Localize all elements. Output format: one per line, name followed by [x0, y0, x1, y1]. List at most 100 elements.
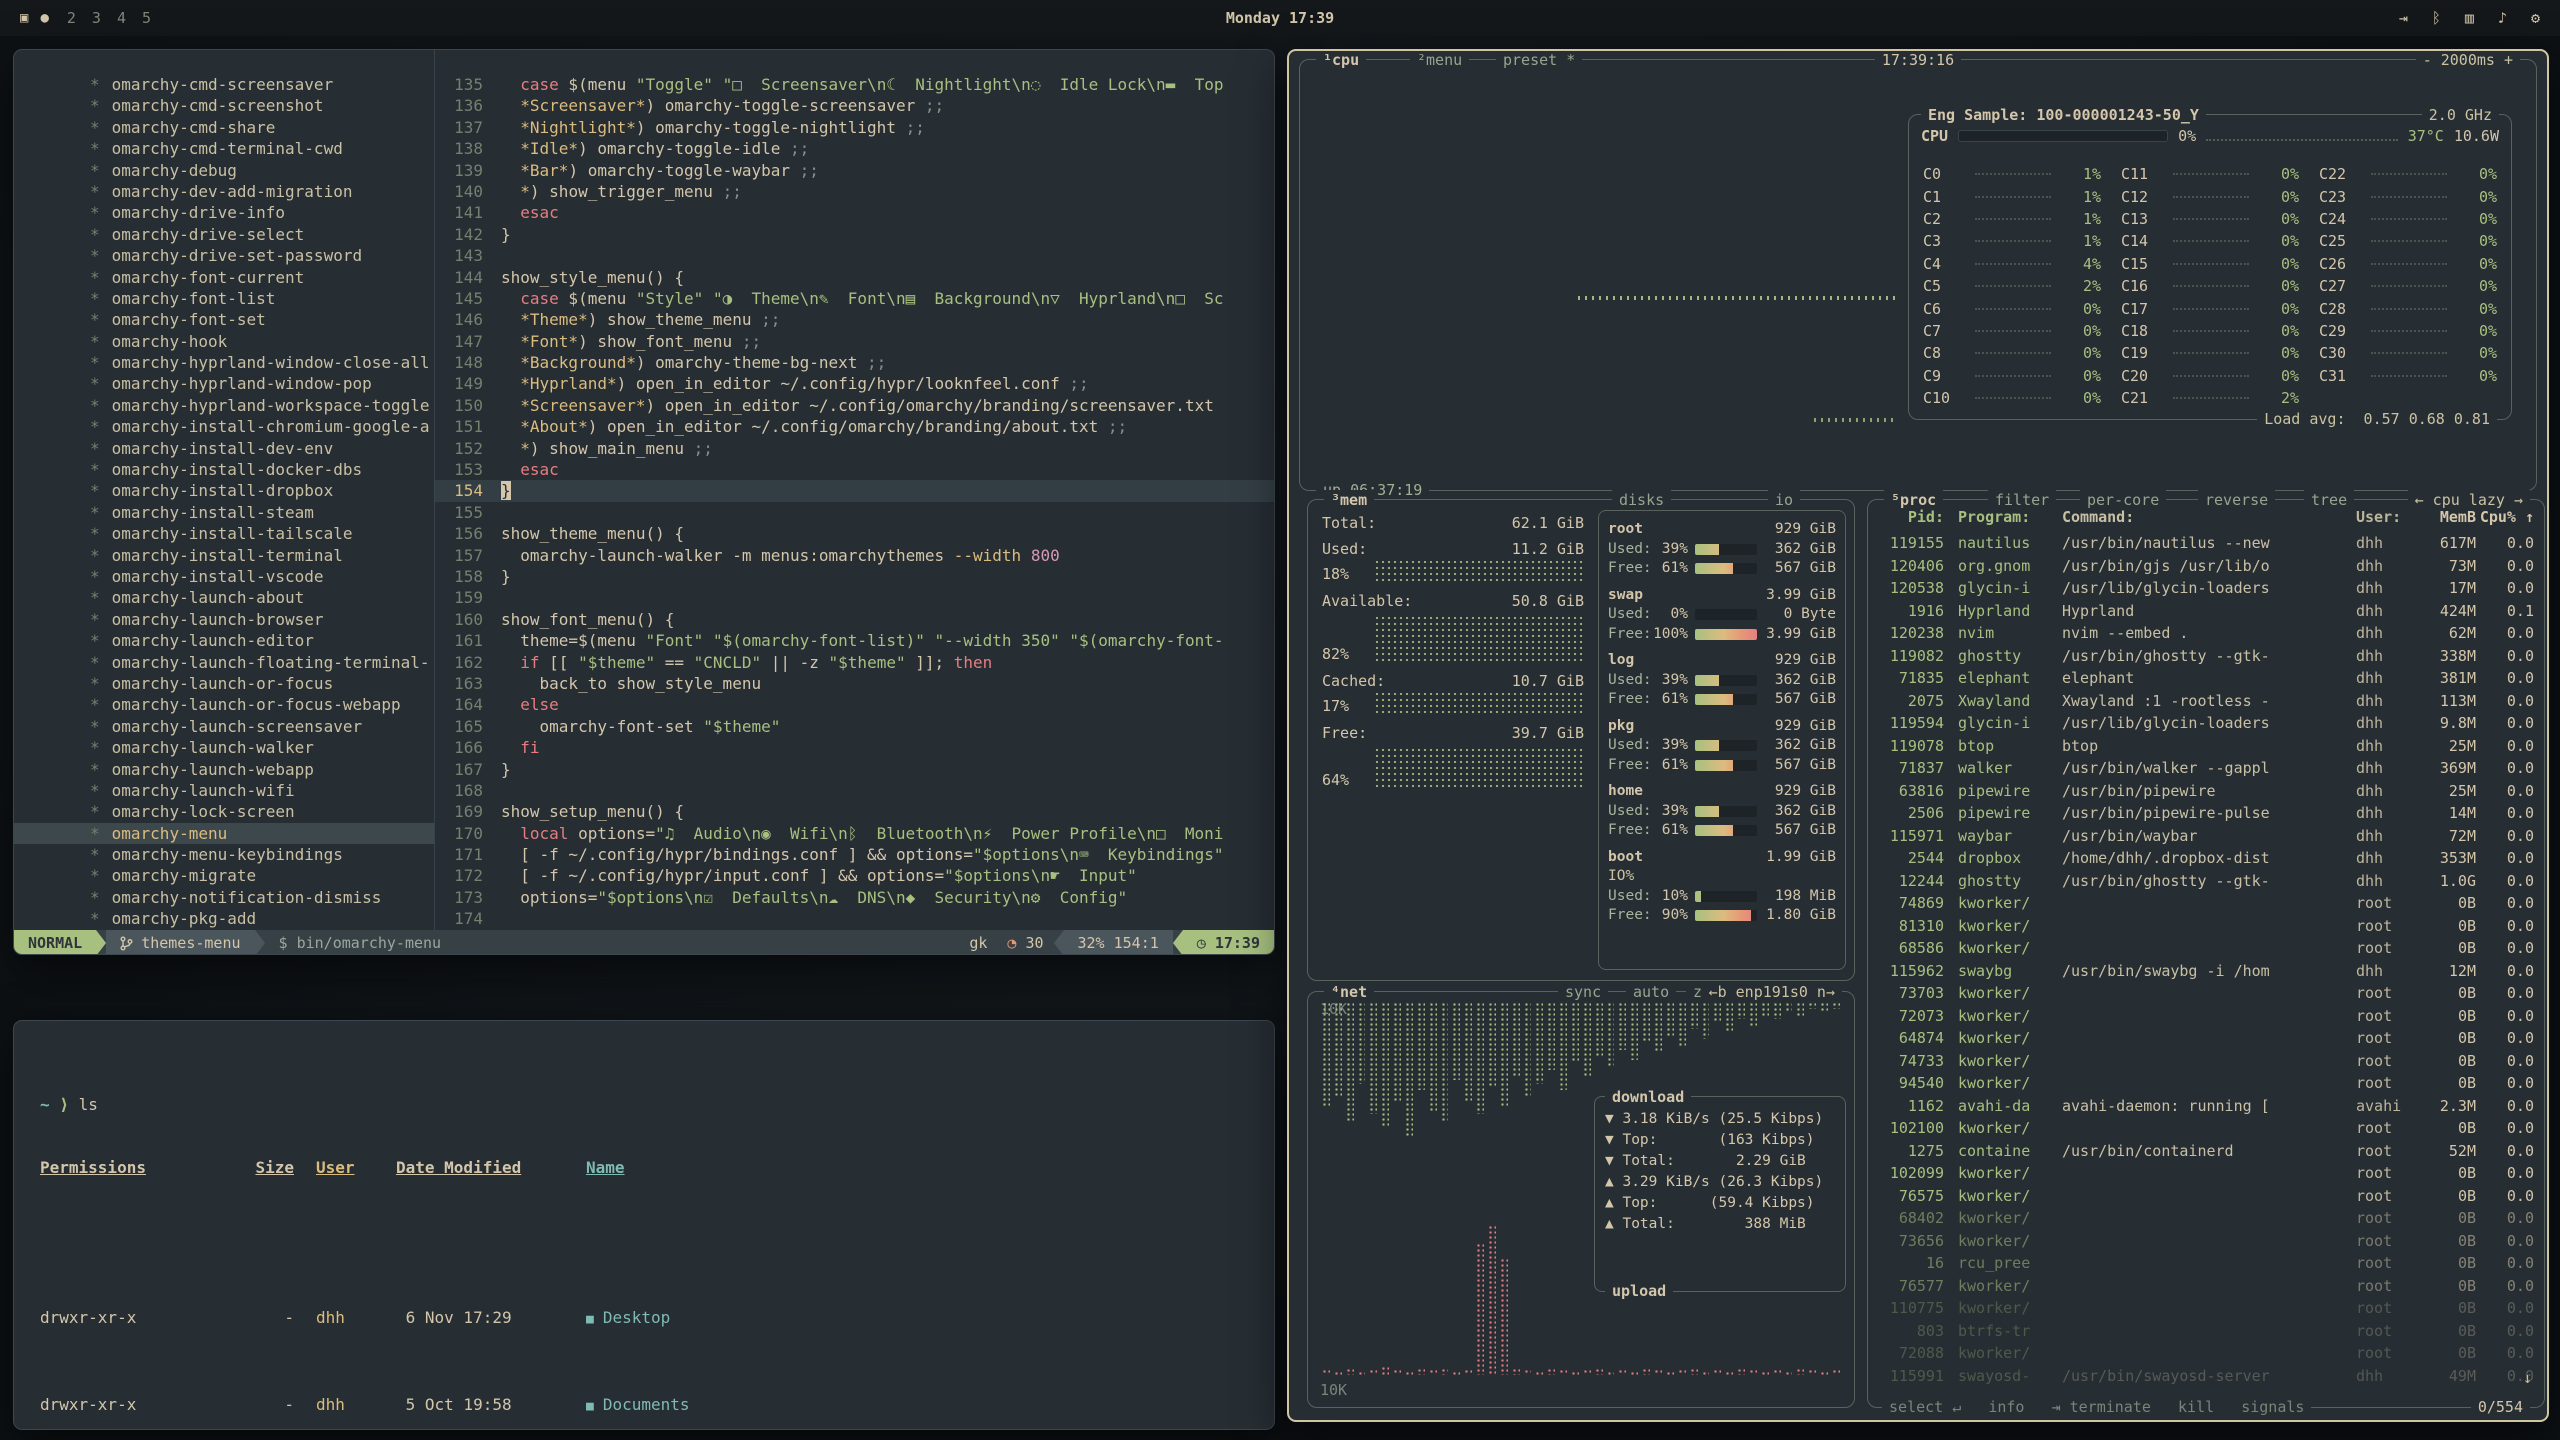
process-row[interactable]: 81310 kworker/ root 0B 0.0	[1878, 915, 2534, 938]
process-row[interactable]: 119155 nautilus /usr/bin/nautilus --new …	[1878, 532, 2534, 555]
code-line[interactable]: 174	[435, 908, 1274, 929]
file-tree-item[interactable]: * omarchy-hyprland-window-close-all	[14, 352, 434, 373]
code-line[interactable]: 159	[435, 587, 1274, 608]
cpu-box-title[interactable]: ¹cpu	[1316, 50, 1366, 70]
file-tree-item[interactable]: * omarchy-menu	[14, 823, 434, 844]
file-tree-item[interactable]: * omarchy-cmd-screensaver	[14, 74, 434, 95]
file-tree-item[interactable]: * omarchy-drive-set-password	[14, 245, 434, 266]
file-tree-item[interactable]: * omarchy-install-vscode	[14, 566, 434, 587]
reverse-toggle[interactable]: reverse	[2198, 490, 2275, 510]
file-tree-item[interactable]: * omarchy-launch-editor	[14, 630, 434, 651]
code-line[interactable]: 152 *) show_main_menu ;;	[435, 438, 1274, 459]
workspace-number[interactable]: 4	[117, 9, 126, 27]
workspace-number[interactable]: 3	[92, 9, 101, 27]
file-tree-item[interactable]: * omarchy-launch-browser	[14, 609, 434, 630]
file-tree-item[interactable]: * omarchy-launch-screensaver	[14, 716, 434, 737]
file-tree-item[interactable]: * omarchy-launch-or-focus	[14, 673, 434, 694]
file-tree-item[interactable]: * omarchy-hyprland-window-pop	[14, 373, 434, 394]
file-tree-item[interactable]: * omarchy-hook	[14, 331, 434, 352]
code-line[interactable]: 156 show_theme_menu() {	[435, 523, 1274, 544]
workspace-number[interactable]: 5	[142, 9, 151, 27]
code-line[interactable]: 136 *Screensaver*) omarchy-toggle-screen…	[435, 95, 1274, 116]
code-line[interactable]: 154 }	[435, 480, 1274, 501]
file-tree-item[interactable]: * omarchy-install-steam	[14, 502, 434, 523]
code-line[interactable]: 171 [ -f ~/.config/hypr/bindings.conf ] …	[435, 844, 1274, 865]
scroll-down-icon[interactable]: ↓	[2523, 1369, 2532, 1387]
settings-icon[interactable]: ⚙	[2531, 9, 2540, 27]
process-row[interactable]: 115971 waybar /usr/bin/waybar dhh 72M 0.…	[1878, 825, 2534, 848]
proc-box-title[interactable]: ⁵proc	[1884, 490, 1943, 510]
process-row[interactable]: 76575 kworker/ root 0B 0.0	[1878, 1185, 2534, 1208]
file-tree-item[interactable]: * omarchy-migrate	[14, 865, 434, 886]
process-row[interactable]: 74869 kworker/ root 0B 0.0	[1878, 892, 2534, 915]
code-line[interactable]: 170 local options="♫ Audio\n◉ Wifi\nᛒ Bl…	[435, 823, 1274, 844]
file-tree-item[interactable]: * omarchy-font-list	[14, 288, 434, 309]
file-tree-item[interactable]: * omarchy-launch-floating-terminal-	[14, 652, 434, 673]
process-row[interactable]: 102100 kworker/ root 0B 0.0	[1878, 1117, 2534, 1140]
code-line[interactable]: 158 }	[435, 566, 1274, 587]
process-row[interactable]: 119082 ghostty /usr/bin/ghostty --gtk- d…	[1878, 645, 2534, 668]
code-line[interactable]: 160 show_font_menu() {	[435, 609, 1274, 630]
file-tree-item[interactable]: * omarchy-install-tailscale	[14, 523, 434, 544]
file-tree-item[interactable]: * omarchy-install-dropbox	[14, 480, 434, 501]
per-core-toggle[interactable]: per-core	[2080, 490, 2166, 510]
workspace-icon-active[interactable]: ●	[40, 10, 48, 26]
code-line[interactable]: 172 [ -f ~/.config/hypr/input.conf ] && …	[435, 865, 1274, 886]
menu-button[interactable]: ²menu	[1410, 50, 1469, 70]
preset-button[interactable]: preset *	[1496, 50, 1582, 70]
process-row[interactable]: 803 btrfs-tr root 0B 0.0	[1878, 1320, 2534, 1343]
file-tree-item[interactable]: * omarchy-install-dev-env	[14, 438, 434, 459]
io-toggle[interactable]: io	[1768, 490, 1800, 510]
display-icon[interactable]: ▥	[2465, 9, 2474, 27]
disks-toggle[interactable]: disks	[1612, 490, 1671, 510]
code-line[interactable]: 142 }	[435, 224, 1274, 245]
process-row[interactable]: 115991 swayosd- /usr/bin/swayosd-server …	[1878, 1365, 2534, 1388]
file-tree-item[interactable]: * omarchy-install-terminal	[14, 545, 434, 566]
file-tree-item[interactable]: * omarchy-notification-dismiss	[14, 887, 434, 908]
update-interval-control[interactable]: - 2000ms +	[2416, 50, 2520, 70]
file-tree-item[interactable]: * omarchy-cmd-share	[14, 117, 434, 138]
process-row[interactable]: 120238 nvim nvim --embed . dhh 62M 0.0	[1878, 622, 2534, 645]
code-line[interactable]: 147 *Font*) show_font_menu ;;	[435, 331, 1274, 352]
process-row[interactable]: 72073 kworker/ root 0B 0.0	[1878, 1005, 2534, 1028]
process-row[interactable]: 115962 swaybg /usr/bin/swaybg -i /hom dh…	[1878, 960, 2534, 983]
code-line[interactable]: 162 if [[ "$theme" == "CNCLD" || -z "$th…	[435, 652, 1274, 673]
code-line[interactable]: 166 fi	[435, 737, 1274, 758]
code-line[interactable]: 163 back_to show_style_menu	[435, 673, 1274, 694]
code-line[interactable]: 148 *Background*) omarchy-theme-bg-next …	[435, 352, 1274, 373]
code-line[interactable]: 139 *Bar*) omarchy-toggle-waybar ;;	[435, 160, 1274, 181]
code-line[interactable]: 140 *) show_trigger_menu ;;	[435, 181, 1274, 202]
code-line[interactable]: 173 options="$options\n☑ Defaults\n☁ DNS…	[435, 887, 1274, 908]
file-tree-item[interactable]: * omarchy-install-chromium-google-a	[14, 416, 434, 437]
file-tree-item[interactable]: * omarchy-launch-or-focus-webapp	[14, 694, 434, 715]
code-line[interactable]: 153 esac	[435, 459, 1274, 480]
process-row[interactable]: 2544 dropbox /home/dhh/.dropbox-dist dhh…	[1878, 847, 2534, 870]
code-line[interactable]: 167 }	[435, 759, 1274, 780]
file-tree-item[interactable]: * omarchy-launch-about	[14, 587, 434, 608]
file-tree-item[interactable]: * omarchy-cmd-terminal-cwd	[14, 138, 434, 159]
process-row[interactable]: 110775 kworker/ root 0B 0.0	[1878, 1297, 2534, 1320]
process-row[interactable]: 119078 btop btop dhh 25M 0.0	[1878, 735, 2534, 758]
file-tree-item[interactable]: * omarchy-drive-info	[14, 202, 434, 223]
tree-toggle[interactable]: tree	[2304, 490, 2354, 510]
process-row[interactable]: 1275 containe /usr/bin/containerd root 5…	[1878, 1140, 2534, 1163]
process-row[interactable]: 120406 org.gnom /usr/bin/gjs /usr/lib/o …	[1878, 555, 2534, 578]
workspace-icon-window[interactable]: ▣	[20, 10, 28, 26]
file-tree-item[interactable]: * omarchy-font-current	[14, 267, 434, 288]
code-line[interactable]: 143	[435, 245, 1274, 266]
code-line[interactable]: 155	[435, 502, 1274, 523]
workspace-number[interactable]: 2	[67, 9, 76, 27]
process-row[interactable]: 74733 kworker/ root 0B 0.0	[1878, 1050, 2534, 1073]
filter-button[interactable]: filter	[1988, 490, 2056, 510]
process-row[interactable]: 76577 kworker/ root 0B 0.0	[1878, 1275, 2534, 1298]
process-row[interactable]: 120538 glycin-i /usr/lib/glycin-loaders …	[1878, 577, 2534, 600]
mem-box-title[interactable]: ³mem	[1324, 490, 1374, 510]
code-line[interactable]: 150 *Screensaver*) open_in_editor ~/.con…	[435, 395, 1274, 416]
file-tree-item[interactable]: * omarchy-font-set	[14, 309, 434, 330]
code-line[interactable]: 161 theme=$(menu "Font" "$(omarchy-font-…	[435, 630, 1274, 651]
volume-icon[interactable]: ♪	[2498, 9, 2507, 27]
code-line[interactable]: 164 else	[435, 694, 1274, 715]
code-line[interactable]: 165 omarchy-font-set "$theme"	[435, 716, 1274, 737]
file-tree-item[interactable]: * omarchy-launch-wifi	[14, 780, 434, 801]
process-row[interactable]: 2075 Xwayland Xwayland :1 -rootless - dh…	[1878, 690, 2534, 713]
